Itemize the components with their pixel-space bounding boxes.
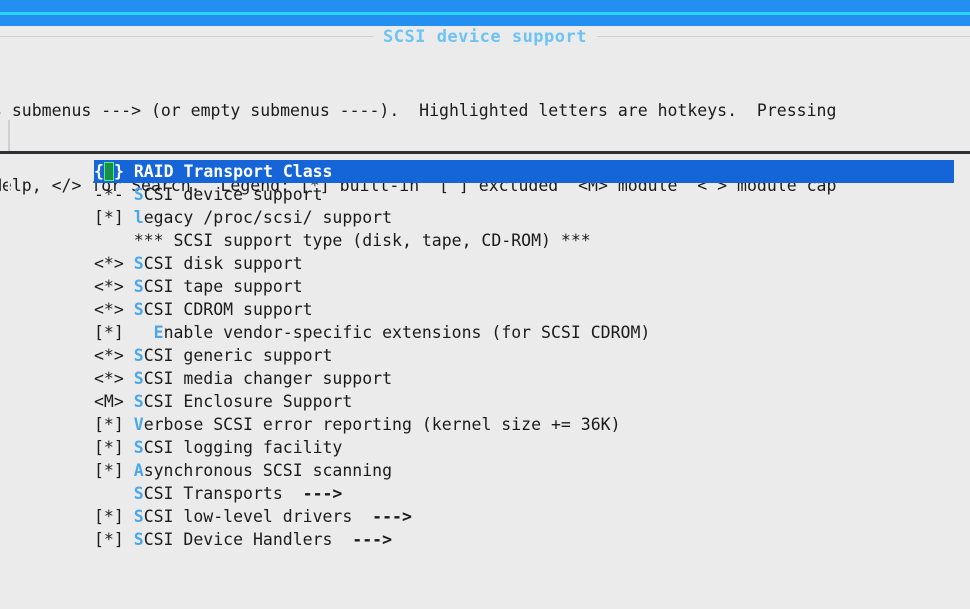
menu-item-label: CSI device support: [143, 185, 323, 204]
menu-item-label: CSI tape support: [143, 277, 303, 296]
menu-item-hotkey: l: [133, 208, 144, 227]
menu-item-label: CSI disk support: [143, 254, 303, 273]
menu-item-label: CSI CDROM support: [143, 300, 313, 319]
menu-item-marker: <*>: [94, 300, 134, 319]
menu-item-label: CSI low-level drivers: [143, 507, 353, 526]
menu-item-marker: [*]: [94, 415, 134, 434]
menu-item-marker: <*>: [94, 254, 134, 273]
menu-item-marker: {: [94, 162, 104, 181]
submenu-arrow-icon: --->: [352, 507, 412, 526]
menu-item-label: CSI media changer support: [143, 369, 393, 388]
menu-item-label: nable vendor-specific extensions (for SC…: [163, 323, 651, 342]
menu-item[interactable]: <*> SCSI CDROM support: [94, 298, 954, 321]
menu-item-marker: [*]: [94, 530, 134, 549]
menu-item[interactable]: [*] Enable vendor-specific extensions (f…: [94, 321, 954, 344]
menu-item-label: CSI Device Handlers: [143, 530, 333, 549]
menu-item-hotkey: S: [133, 507, 144, 526]
menu-item[interactable]: <*> SCSI generic support: [94, 344, 954, 367]
submenu-arrow-icon: --->: [332, 530, 393, 549]
help-text-line-1: s submenus ---> (or empty submenus ----)…: [0, 101, 837, 120]
menu-item-label: CSI Transports: [143, 484, 283, 503]
menu-item-marker: <*>: [94, 369, 134, 388]
menu-item-marker: [*]: [94, 208, 134, 227]
menu-item-hotkey: S: [133, 438, 144, 457]
menu-item-hotkey: S: [133, 369, 144, 388]
terminal-cursor: [103, 162, 114, 181]
menu-item-hotkey: S: [133, 254, 144, 273]
menu-item-marker: [94, 231, 134, 250]
list-panel-border-left-upper: [8, 120, 10, 152]
menu-item-marker: [*]: [94, 461, 134, 480]
menu-item[interactable]: <*> SCSI media changer support: [94, 367, 954, 390]
menu-item-label: CSI logging facility: [143, 438, 343, 457]
menu-item-marker: [*]: [94, 438, 134, 457]
menu-item-marker: -*-: [94, 185, 134, 204]
menu-item-hotkey: S: [133, 185, 144, 204]
menu-item[interactable]: [*] Verbose SCSI error reporting (kernel…: [94, 413, 954, 436]
titlebar-accent-line: [0, 12, 970, 15]
menu-item-hotkey: V: [133, 415, 144, 434]
submenu-arrow-icon: --->: [282, 484, 343, 503]
menu-item-label: synchronous SCSI scanning: [143, 461, 393, 480]
menu-item-hotkey: E: [153, 323, 164, 342]
menu-list[interactable]: {} RAID Transport Class -*- SCSI device s…: [94, 160, 954, 551]
list-panel-border-left: [8, 154, 10, 609]
menu-item[interactable]: SCSI Transports --->: [94, 482, 954, 505]
menu-item[interactable]: {} RAID Transport Class: [94, 160, 954, 183]
menu-item-label: egacy /proc/scsi/ support: [143, 208, 393, 227]
menu-item-label: CSI Enclosure Support: [143, 392, 353, 411]
menu-item-marker: [*]: [94, 507, 134, 526]
menu-item[interactable]: [*] SCSI logging facility: [94, 436, 954, 459]
menu-item-label: RAID Transport Class: [133, 162, 333, 181]
dialog-title-text: SCSI device support: [373, 27, 597, 47]
window-titlebar: [0, 0, 970, 26]
menu-item[interactable]: *** SCSI support type (disk, tape, CD-RO…: [94, 229, 954, 252]
menu-item[interactable]: <*> SCSI tape support: [94, 275, 954, 298]
menu-item-label: CSI generic support: [143, 346, 333, 365]
menu-item[interactable]: <*> SCSI disk support: [94, 252, 954, 275]
menu-item-hotkey: S: [133, 300, 144, 319]
menu-item-indent: [134, 323, 154, 342]
list-panel-border-top: [0, 151, 970, 154]
menu-item-hotkey: S: [133, 277, 144, 296]
menu-item-label: *** SCSI support type (disk, tape, CD-RO…: [133, 231, 591, 250]
menu-item-marker: <*>: [94, 277, 134, 296]
menu-item[interactable]: <M> SCSI Enclosure Support: [94, 390, 954, 413]
menu-item-marker: [*]: [94, 323, 134, 342]
menu-item-hotkey: S: [133, 484, 144, 503]
menu-item[interactable]: [*] legacy /proc/scsi/ support: [94, 206, 954, 229]
menu-item-marker: [94, 484, 134, 503]
menu-item-marker-close: }: [113, 162, 134, 181]
menu-item[interactable]: [*] SCSI low-level drivers --->: [94, 505, 954, 528]
menu-item-marker: <M>: [94, 392, 134, 411]
menu-item[interactable]: [*] Asynchronous SCSI scanning: [94, 459, 954, 482]
menu-item-hotkey: A: [133, 461, 144, 480]
menu-item-hotkey: S: [133, 392, 144, 411]
menuconfig-screen: SCSI device support s submenus ---> (or …: [0, 0, 970, 609]
menu-item[interactable]: -*- SCSI device support: [94, 183, 954, 206]
menu-item-label: erbose SCSI error reporting (kernel size…: [143, 415, 621, 434]
menu-item-hotkey: S: [133, 346, 144, 365]
menu-item[interactable]: [*] SCSI Device Handlers --->: [94, 528, 954, 551]
menu-item-hotkey: S: [133, 530, 144, 549]
menu-item-marker: <*>: [94, 346, 134, 365]
dialog-title: SCSI device support: [0, 26, 970, 48]
